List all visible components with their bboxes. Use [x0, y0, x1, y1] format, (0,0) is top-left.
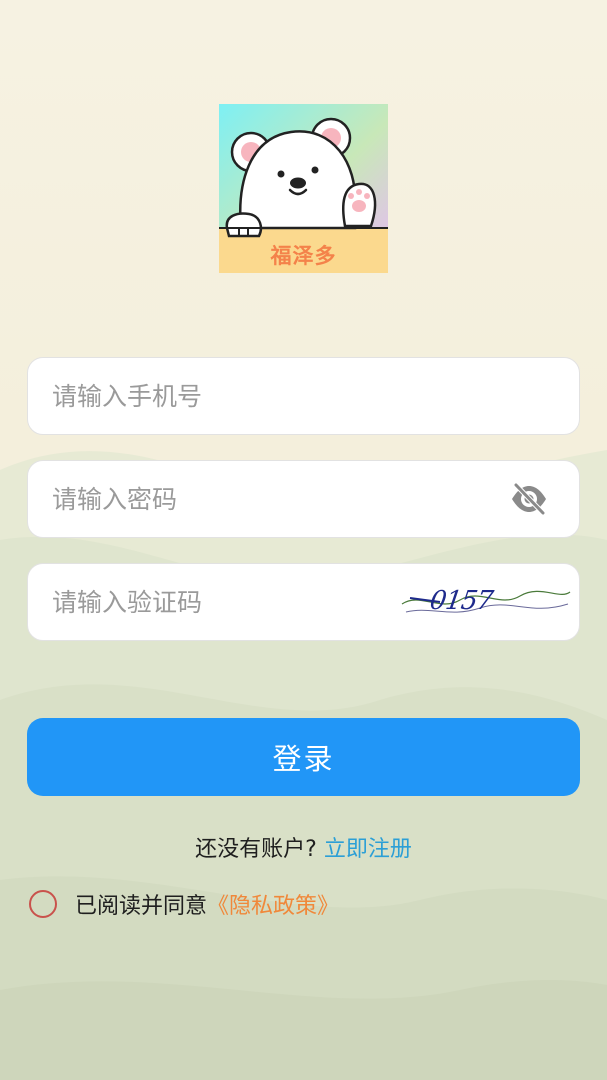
phone-field — [27, 357, 580, 435]
agreement-row: 已阅读并同意 《隐私政策》 — [29, 889, 339, 919]
register-link[interactable]: 立即注册 — [324, 837, 412, 862]
logo-text: 福泽多 — [270, 244, 337, 268]
phone-input[interactable] — [52, 358, 492, 434]
eye-slash-icon[interactable] — [510, 482, 548, 516]
password-field — [27, 460, 580, 538]
privacy-policy-link[interactable]: 《隐私政策》 — [207, 888, 339, 920]
app-logo: 福泽多 — [219, 104, 388, 273]
password-input[interactable] — [52, 461, 492, 537]
login-page: 福泽多 0157 登录 还没有账户? 立 — [0, 0, 607, 1080]
login-button[interactable]: 登录 — [27, 718, 580, 796]
captcha-text: 0157 — [427, 586, 495, 616]
register-prompt: 还没有账户? — [195, 837, 317, 862]
verification-code-field: 0157 — [27, 563, 580, 641]
agreement-radio[interactable] — [29, 890, 57, 918]
agreement-text: 已阅读并同意 — [75, 894, 208, 919]
register-prompt-row: 还没有账户? 立即注册 — [0, 831, 607, 863]
captcha-image[interactable]: 0157 — [400, 578, 572, 626]
